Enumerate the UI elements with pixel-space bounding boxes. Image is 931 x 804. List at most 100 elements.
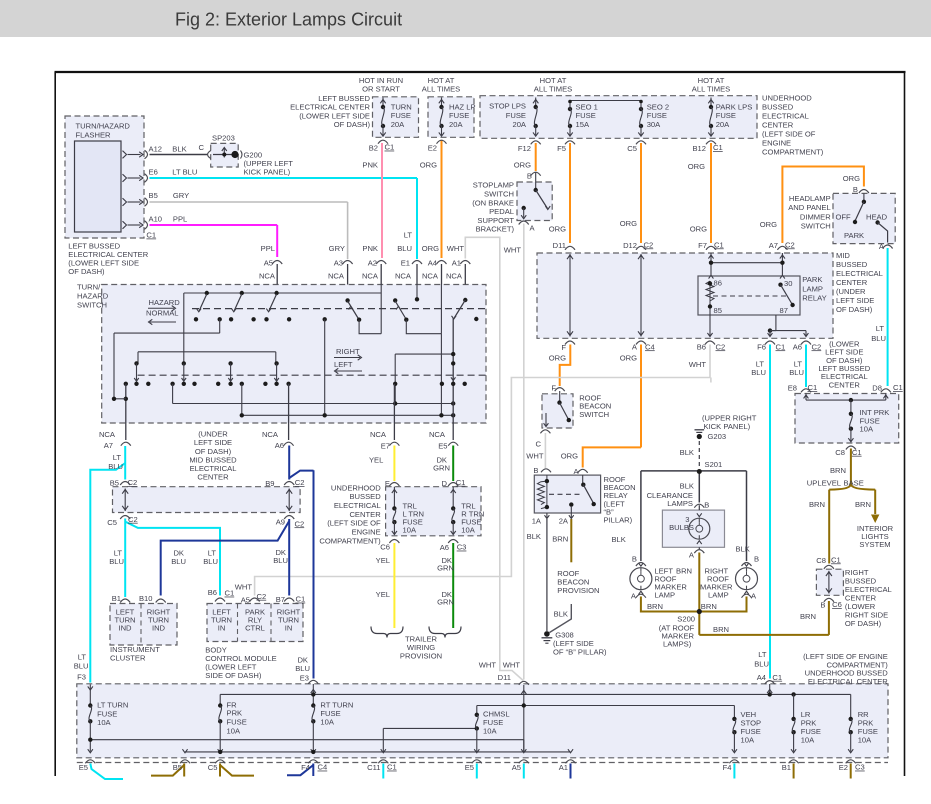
svg-text:PNK: PNK	[362, 244, 378, 253]
svg-text:CENTER: CENTER	[836, 278, 868, 287]
svg-text:ORG: ORG	[843, 174, 860, 183]
svg-text:BUSSED: BUSSED	[762, 103, 794, 112]
svg-text:LT: LT	[404, 231, 413, 240]
svg-text:E7: E7	[381, 441, 390, 450]
svg-text:C2: C2	[716, 342, 726, 351]
svg-text:C1: C1	[456, 478, 466, 487]
svg-text:G203: G203	[708, 432, 727, 441]
svg-text:NCA: NCA	[422, 272, 439, 281]
svg-text:C2: C2	[295, 519, 305, 528]
svg-text:ORG: ORG	[690, 225, 707, 234]
svg-text:BRACKET): BRACKET)	[476, 225, 515, 234]
svg-text:NCA: NCA	[259, 272, 276, 281]
svg-text:SWITCH: SWITCH	[77, 301, 107, 310]
svg-text:PARK: PARK	[802, 275, 822, 284]
svg-text:BLK: BLK	[527, 532, 541, 541]
svg-text:(UNDER: (UNDER	[836, 287, 866, 296]
svg-text:1A: 1A	[532, 516, 542, 525]
svg-text:BLU: BLU	[108, 462, 123, 471]
svg-text:BLK: BLK	[680, 448, 694, 457]
svg-text:YEL: YEL	[369, 456, 383, 465]
svg-text:(ON BRAKE: (ON BRAKE	[472, 198, 514, 207]
svg-text:E2: E2	[428, 144, 437, 153]
svg-text:CTRL: CTRL	[245, 624, 265, 633]
svg-text:E5: E5	[79, 763, 88, 772]
svg-text:C2: C2	[128, 478, 138, 487]
svg-text:C2: C2	[128, 515, 138, 524]
svg-text:A5: A5	[512, 763, 521, 772]
svg-text:F6: F6	[757, 343, 766, 352]
svg-text:BLU: BLU	[109, 557, 124, 566]
svg-text:ORG: ORG	[514, 161, 531, 170]
svg-text:PILLAR): PILLAR)	[604, 516, 633, 525]
svg-text:A4: A4	[757, 673, 766, 682]
svg-text:BLK: BLK	[736, 545, 750, 554]
svg-text:10A: 10A	[97, 718, 111, 727]
svg-text:C1: C1	[385, 143, 395, 152]
svg-text:UPLEVEL: UPLEVEL	[807, 478, 841, 487]
svg-text:C1: C1	[808, 383, 818, 392]
svg-text:LAMP: LAMP	[654, 591, 675, 600]
svg-text:BLU: BLU	[397, 244, 412, 253]
svg-text:2A: 2A	[559, 516, 569, 525]
svg-text:B: B	[754, 554, 759, 563]
svg-text:C2: C2	[812, 342, 822, 351]
svg-text:BRN: BRN	[701, 602, 717, 611]
svg-text:PARK: PARK	[844, 231, 864, 240]
svg-text:E3: E3	[300, 673, 309, 682]
svg-text:B5: B5	[173, 763, 182, 772]
svg-text:A3: A3	[334, 259, 343, 268]
svg-text:F7: F7	[698, 241, 707, 250]
svg-text:HEADLAMP: HEADLAMP	[789, 194, 831, 203]
svg-text:F4: F4	[301, 763, 310, 772]
svg-text:S201: S201	[705, 460, 723, 469]
svg-text:BLK: BLK	[554, 610, 568, 619]
svg-text:10A: 10A	[860, 424, 874, 433]
svg-text:C4: C4	[645, 342, 655, 351]
svg-text:RELAY: RELAY	[802, 294, 826, 303]
svg-text:ORG: ORG	[688, 162, 705, 171]
svg-text:OFF: OFF	[836, 213, 852, 222]
svg-text:F12: F12	[518, 144, 531, 153]
svg-text:BLU: BLU	[171, 557, 186, 566]
svg-text:RT TURN: RT TURN	[320, 700, 353, 709]
svg-text:E5: E5	[438, 442, 447, 451]
svg-text:PARK LPS: PARK LPS	[716, 103, 753, 112]
svg-text:CLUSTER: CLUSTER	[110, 654, 146, 663]
svg-text:BUSSED: BUSSED	[836, 260, 868, 269]
svg-text:AND PANEL: AND PANEL	[788, 203, 830, 212]
svg-text:10A: 10A	[858, 736, 872, 745]
svg-text:SEO 2: SEO 2	[647, 103, 669, 112]
svg-text:BLU: BLU	[751, 368, 766, 377]
svg-text:NCA: NCA	[446, 272, 463, 281]
svg-text:B12: B12	[692, 144, 706, 153]
svg-text:SEO 1: SEO 1	[576, 103, 598, 112]
svg-text:SP203: SP203	[212, 133, 235, 142]
svg-text:C1: C1	[831, 555, 841, 564]
svg-text:(LEFT SIDE OF: (LEFT SIDE OF	[327, 519, 381, 528]
svg-text:INSTRUMENT: INSTRUMENT	[110, 645, 160, 654]
svg-text:B5: B5	[149, 191, 158, 200]
svg-text:10A: 10A	[461, 526, 475, 535]
svg-text:ORG: ORG	[620, 219, 637, 228]
svg-text:F5: F5	[557, 144, 566, 153]
svg-text:10A: 10A	[320, 718, 334, 727]
svg-text:B6: B6	[697, 343, 706, 352]
svg-text:A2: A2	[368, 259, 377, 268]
svg-text:BRN: BRN	[800, 612, 816, 621]
svg-text:A7: A7	[769, 241, 778, 250]
svg-text:SWITCH: SWITCH	[801, 222, 831, 231]
svg-text:15A: 15A	[576, 120, 590, 129]
svg-text:LAMPS): LAMPS)	[663, 640, 692, 649]
svg-text:B9: B9	[265, 479, 274, 488]
svg-text:E5: E5	[465, 763, 474, 772]
svg-text:DIMMER: DIMMER	[800, 212, 831, 221]
svg-text:E: E	[385, 479, 390, 488]
svg-text:E1: E1	[401, 259, 410, 268]
svg-text:C3: C3	[855, 763, 865, 772]
svg-text:C2: C2	[644, 240, 654, 249]
svg-text:PRK: PRK	[227, 709, 243, 718]
svg-text:OR START: OR START	[362, 85, 400, 94]
svg-text:PPL: PPL	[173, 215, 187, 224]
svg-text:A7: A7	[104, 441, 113, 450]
